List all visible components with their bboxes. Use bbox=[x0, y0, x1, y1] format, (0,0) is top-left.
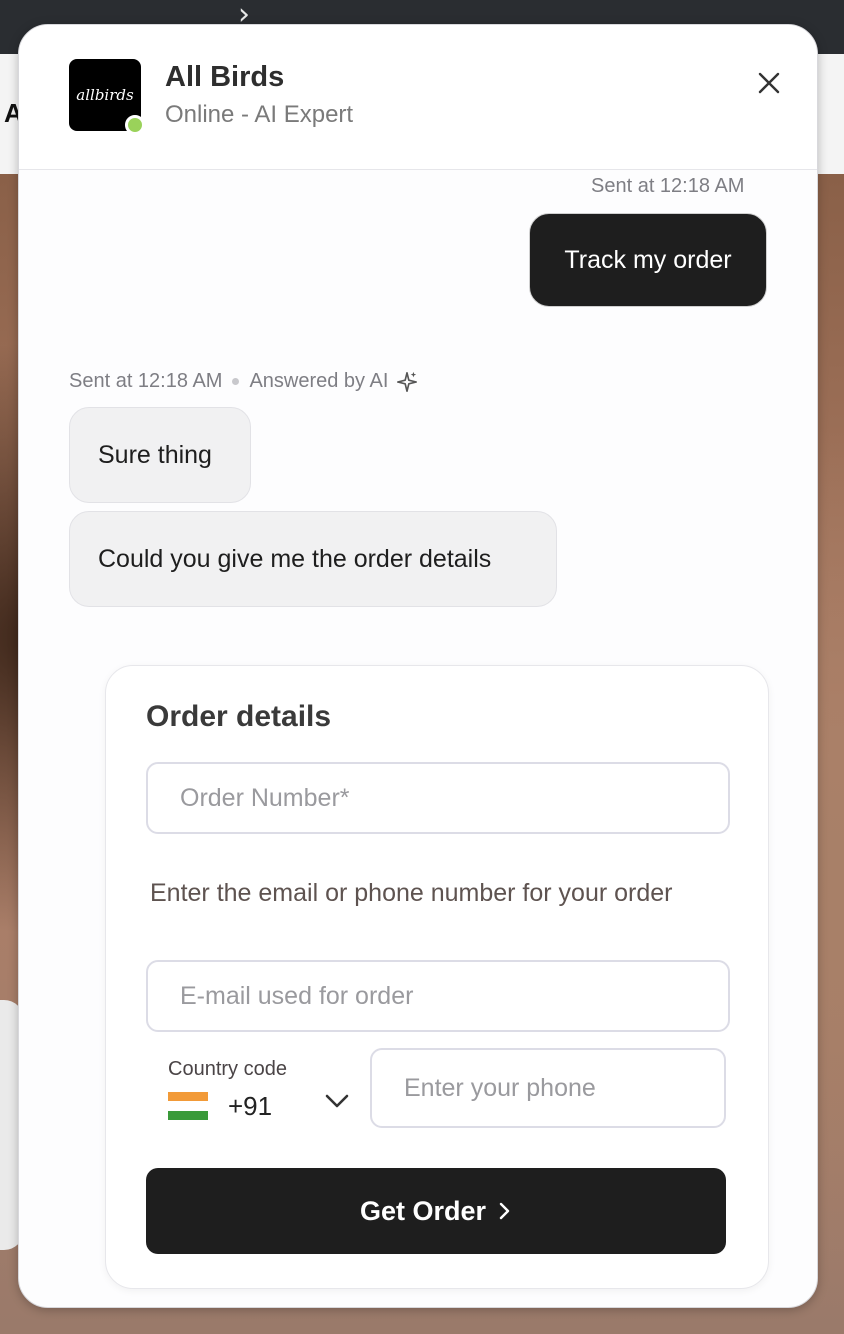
chevron-down-icon[interactable] bbox=[322, 1086, 352, 1116]
contact-hint-text: Enter the email or phone number for your… bbox=[150, 879, 673, 907]
ai-sparkle-icon bbox=[397, 371, 418, 392]
email-input[interactable] bbox=[146, 960, 730, 1032]
chevron-right-icon bbox=[498, 1201, 512, 1221]
chat-header: allbirds All Birds Online - AI Expert bbox=[19, 25, 817, 170]
country-code-value: +91 bbox=[228, 1090, 273, 1121]
close-icon bbox=[758, 72, 780, 94]
meta-separator-dot bbox=[232, 378, 240, 386]
answered-by-label: Answered by AI bbox=[249, 370, 389, 392]
order-details-card: Order details Enter the email or phone n… bbox=[105, 665, 769, 1289]
user-message-bubble: Track my order bbox=[529, 213, 767, 307]
get-order-label: Get Order bbox=[359, 1195, 487, 1226]
brand-name: All Birds bbox=[165, 61, 285, 93]
brand-status: Online - AI Expert bbox=[165, 101, 354, 128]
order-number-input[interactable] bbox=[146, 762, 730, 834]
close-button[interactable] bbox=[749, 63, 789, 103]
get-order-button[interactable]: Get Order bbox=[146, 1168, 726, 1254]
ai-message-timestamp: Sent at 12:18 AM bbox=[69, 370, 223, 392]
ai-message-bubble: Could you give me the order details bbox=[69, 511, 557, 607]
brand-logo-text: allbirds bbox=[76, 86, 134, 104]
ai-message-meta: Sent at 12:18 AM Answered by AI bbox=[69, 370, 418, 393]
online-status-dot bbox=[125, 115, 145, 135]
ai-message-bubble: Sure thing bbox=[69, 407, 251, 503]
user-message-timestamp: Sent at 12:18 AM bbox=[591, 175, 745, 197]
country-code-label: Country code bbox=[168, 1058, 287, 1080]
india-flag-icon bbox=[168, 1092, 208, 1120]
phone-input[interactable] bbox=[370, 1048, 726, 1128]
chat-widget: allbirds All Birds Online - AI Expert Se… bbox=[18, 24, 818, 1308]
order-details-title: Order details bbox=[146, 700, 332, 733]
